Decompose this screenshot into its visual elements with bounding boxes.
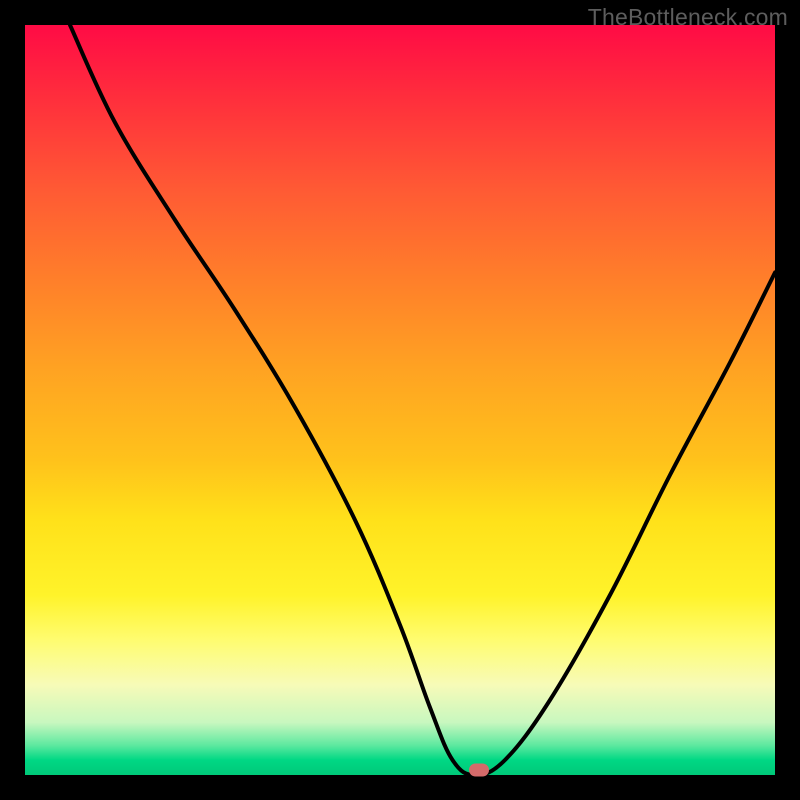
bottleneck-curve [25,25,775,775]
bottleneck-marker [469,763,489,776]
plot-area [25,25,775,775]
chart-stage: TheBottleneck.com [0,0,800,800]
